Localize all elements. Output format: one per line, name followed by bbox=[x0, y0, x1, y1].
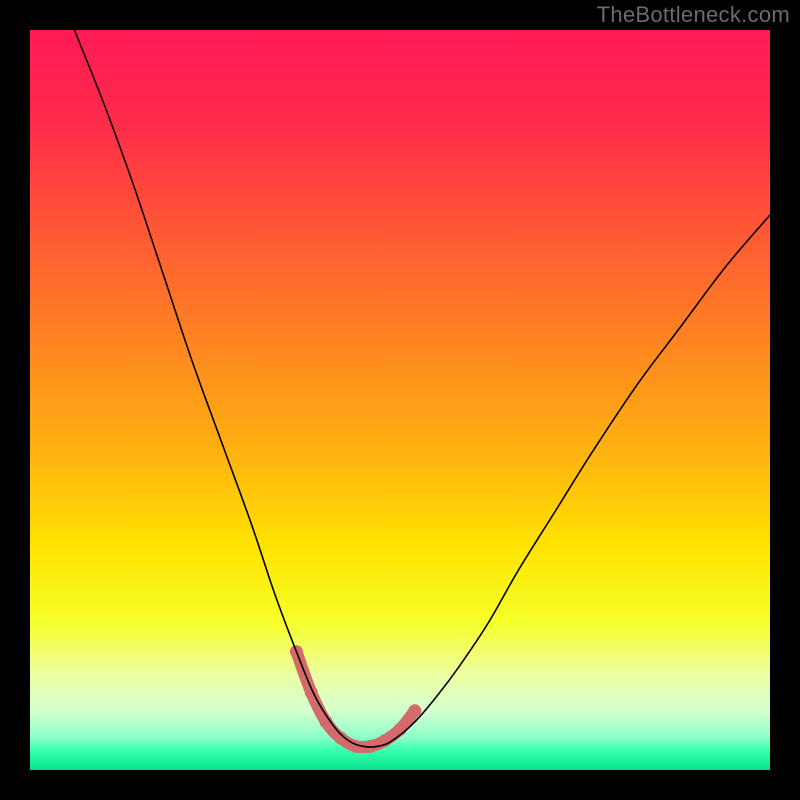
watermark-text: TheBottleneck.com bbox=[597, 2, 790, 28]
plot-area bbox=[30, 30, 770, 770]
chart-stage: TheBottleneck.com bbox=[0, 0, 800, 800]
curve-layer bbox=[30, 30, 770, 770]
bottleneck-curve bbox=[74, 30, 770, 747]
